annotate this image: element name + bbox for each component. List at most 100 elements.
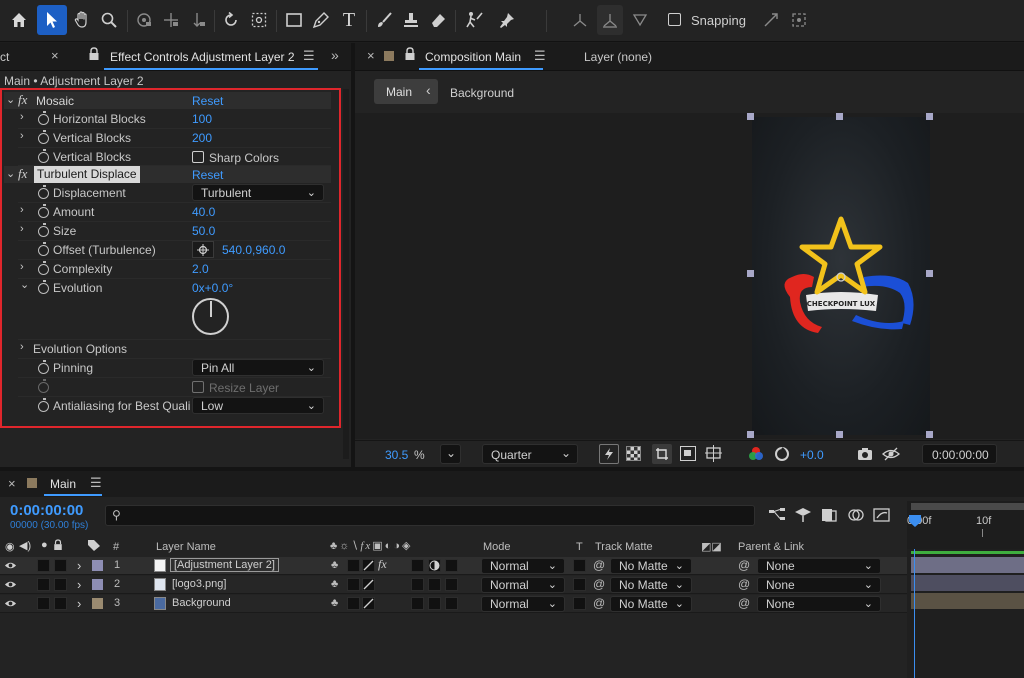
resolution-dropdown[interactable]: Quarter ⌄ bbox=[482, 444, 578, 464]
selection-handle[interactable] bbox=[836, 431, 843, 438]
frame-blend-switch[interactable] bbox=[411, 597, 424, 610]
composition-canvas[interactable]: CHECKPOINT LUX bbox=[752, 117, 930, 435]
frame-blend-switch[interactable] bbox=[411, 559, 424, 572]
track-matte-dropdown[interactable]: No Matte ⌄ bbox=[610, 558, 692, 574]
pan-camera-icon[interactable] bbox=[158, 5, 184, 35]
preserve-transparency-toggle[interactable] bbox=[573, 559, 586, 572]
motion-blur-switch[interactable] bbox=[428, 559, 441, 572]
audio-toggle[interactable] bbox=[37, 597, 50, 610]
layer-bar-3[interactable] bbox=[911, 593, 1024, 609]
frame-blend-switch[interactable] bbox=[411, 578, 424, 591]
motion-blur-switch[interactable] bbox=[428, 578, 441, 591]
3d-layer-switch[interactable] bbox=[445, 559, 458, 572]
chevron-right-icon[interactable]: › bbox=[77, 596, 81, 611]
selection-handle[interactable] bbox=[926, 270, 933, 277]
parent-pickwhip-icon[interactable]: @ bbox=[738, 596, 750, 610]
motion-blur-icon[interactable] bbox=[873, 507, 891, 523]
chevron-right-icon[interactable]: › bbox=[77, 558, 81, 573]
camera-snapshot-icon[interactable] bbox=[857, 447, 873, 461]
lock-icon[interactable] bbox=[88, 47, 100, 64]
audio-toggle[interactable] bbox=[37, 559, 50, 572]
toggle-mask-icon[interactable] bbox=[680, 446, 696, 461]
collapse-switch[interactable] bbox=[347, 559, 360, 572]
pen-icon[interactable] bbox=[308, 5, 334, 35]
pickwhip-icon[interactable]: @ bbox=[593, 558, 605, 572]
parent-dropdown[interactable]: None ⌄ bbox=[757, 577, 881, 593]
snap-features-icon[interactable] bbox=[786, 5, 812, 35]
layer-name[interactable]: [Adjustment Layer 2] bbox=[170, 558, 279, 572]
hide-shy-layers-icon[interactable] bbox=[820, 507, 838, 523]
shy-switch-icon[interactable]: ♣ bbox=[331, 559, 338, 571]
breadcrumb-background[interactable]: Background bbox=[450, 86, 514, 100]
visibility-eye-icon[interactable] bbox=[4, 579, 17, 593]
clone-stamp-icon[interactable] bbox=[398, 5, 424, 35]
blend-mode-dropdown[interactable]: Normal ⌄ bbox=[481, 577, 565, 593]
eraser-icon[interactable] bbox=[425, 5, 451, 35]
roto-brush-icon[interactable] bbox=[460, 5, 488, 35]
label-color-swatch[interactable] bbox=[92, 598, 103, 609]
composition-viewer[interactable]: CHECKPOINT LUX bbox=[355, 113, 1024, 439]
composition-mini-flowchart-icon[interactable] bbox=[768, 507, 786, 523]
lock-column-icon[interactable] bbox=[53, 539, 63, 554]
local-axis-icon[interactable] bbox=[567, 5, 593, 35]
track-area[interactable] bbox=[907, 549, 1024, 678]
close-tab-icon[interactable]: × bbox=[8, 476, 16, 491]
parent-pickwhip-icon[interactable]: @ bbox=[738, 558, 750, 572]
column-layer-name[interactable]: Layer Name bbox=[156, 541, 216, 553]
parent-pickwhip-icon[interactable]: @ bbox=[738, 577, 750, 591]
label-color-swatch[interactable] bbox=[92, 560, 103, 571]
panel-menu-icon[interactable]: ☰ bbox=[90, 475, 102, 491]
timeline-tab-title[interactable]: Main bbox=[50, 477, 76, 491]
motion-blur-switch[interactable] bbox=[428, 597, 441, 610]
collapse-switch[interactable] bbox=[347, 597, 360, 610]
snap-edges-icon[interactable] bbox=[758, 5, 784, 35]
current-time-field[interactable]: 0:00:00:00 bbox=[922, 444, 997, 464]
label-tag-icon[interactable] bbox=[87, 539, 101, 555]
layer-search-input[interactable]: ⚲ bbox=[105, 505, 755, 526]
layer-bar-2[interactable] bbox=[911, 575, 1024, 591]
visibility-eye-icon[interactable] bbox=[4, 598, 17, 612]
3d-layer-switch[interactable] bbox=[445, 578, 458, 591]
snapping-checkbox[interactable] bbox=[668, 13, 681, 26]
selection-handle[interactable] bbox=[926, 431, 933, 438]
solo-toggle[interactable] bbox=[54, 559, 67, 572]
frame-blending-icon[interactable] bbox=[847, 507, 865, 523]
quality-switch[interactable] bbox=[362, 559, 375, 572]
rotate-icon[interactable] bbox=[218, 5, 244, 35]
audio-speaker-icon[interactable]: ◀) bbox=[19, 539, 31, 552]
chevron-right-icon[interactable]: › bbox=[77, 577, 81, 592]
parent-dropdown[interactable]: None ⌄ bbox=[757, 596, 881, 612]
selection-handle[interactable] bbox=[747, 270, 754, 277]
parent-dropdown[interactable]: None ⌄ bbox=[757, 558, 881, 574]
panel-menu-icon[interactable]: ☰ bbox=[534, 48, 546, 64]
layer-bar-1[interactable] bbox=[911, 557, 1024, 573]
dolly-camera-icon[interactable] bbox=[185, 5, 211, 35]
label-color-swatch[interactable] bbox=[92, 579, 103, 590]
preserve-transparency-toggle[interactable] bbox=[573, 578, 586, 591]
solo-icon[interactable]: ● bbox=[41, 539, 48, 551]
type-icon[interactable]: T bbox=[336, 5, 362, 35]
layer-name[interactable]: [logo3.png] bbox=[172, 578, 226, 590]
selection-handle[interactable] bbox=[747, 431, 754, 438]
channel-rgb-icon[interactable] bbox=[748, 446, 764, 462]
world-axis-icon[interactable] bbox=[597, 5, 623, 35]
anchor-point-icon[interactable] bbox=[246, 5, 272, 35]
shy-switch-icon[interactable]: ♣ bbox=[331, 597, 338, 609]
selection-handle[interactable] bbox=[747, 113, 754, 120]
fast-previews-icon[interactable] bbox=[599, 444, 619, 464]
layer-tab[interactable]: Layer (none) bbox=[584, 50, 652, 64]
draft-3d-icon[interactable] bbox=[794, 507, 812, 523]
layer-name[interactable]: Background bbox=[172, 597, 231, 609]
exposure-value[interactable]: +0.0 bbox=[800, 448, 824, 462]
composition-tab-title[interactable]: Composition Main bbox=[425, 50, 521, 64]
breadcrumb-main-button[interactable]: Main ‹ bbox=[374, 79, 438, 104]
show-snapshot-icon[interactable] bbox=[882, 446, 900, 462]
video-eye-icon[interactable]: ◉ bbox=[5, 540, 15, 553]
effect-controls-tab-title[interactable]: Effect Controls Adjustment Layer 2 bbox=[110, 50, 295, 64]
quality-switch[interactable] bbox=[362, 597, 375, 610]
zoom-value[interactable]: 30.5 bbox=[385, 448, 408, 462]
preserve-transparency-toggle[interactable] bbox=[573, 597, 586, 610]
pickwhip-icon[interactable]: @ bbox=[593, 596, 605, 610]
time-ruler[interactable]: 0:00f 10f bbox=[907, 501, 1024, 549]
brush-icon[interactable] bbox=[371, 5, 397, 35]
